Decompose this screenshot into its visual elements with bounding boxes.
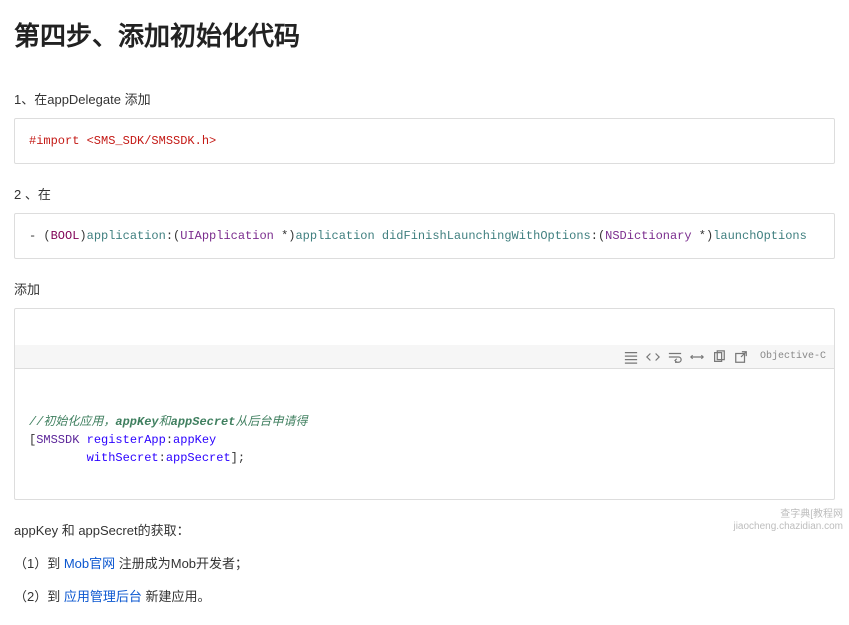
bullet-1-prefix: （1）到 xyxy=(14,556,64,571)
paragraph-step1: 1、在appDelegate 添加 xyxy=(14,89,835,108)
code-line: [SMSSDK registerApp:appKey xyxy=(29,433,216,447)
mob-link[interactable]: Mob官网 xyxy=(64,556,115,571)
popout-icon[interactable] xyxy=(734,350,748,364)
paragraph-appkey-intro: appKey 和 appSecret的获取： xyxy=(14,520,835,539)
copy-icon[interactable] xyxy=(712,350,726,364)
code-block-init: Objective-C //初始化应用，appKey和appSecret从后台申… xyxy=(14,308,835,500)
bullet-1-suffix: 注册成为Mob开发者； xyxy=(115,556,248,571)
code-toolbar: Objective-C xyxy=(15,345,834,369)
justify-icon[interactable] xyxy=(624,350,638,364)
code-line: - (BOOL)application:(UIApplication *)app… xyxy=(29,229,807,243)
code-import-line: #import <SMS_SDK/SMSSDK.h> xyxy=(29,134,216,148)
code-block-import: #import <SMS_SDK/SMSSDK.h> xyxy=(14,118,835,164)
bullet-1: （1）到 Mob官网 注册成为Mob开发者； xyxy=(14,553,835,572)
code-language-label: Objective-C xyxy=(760,349,826,364)
wrap-icon[interactable] xyxy=(668,350,682,364)
code-comment: //初始化应用，appKey和appSecret从后台申请得 xyxy=(29,415,307,429)
code-icon[interactable] xyxy=(646,350,660,364)
paragraph-step2: 2 、在 xyxy=(14,184,835,203)
bullet-2-prefix: （2）到 xyxy=(14,589,64,604)
page-title: 第四步、添加初始化代码 xyxy=(14,16,835,53)
paragraph-add: 添加 xyxy=(14,279,835,298)
app-management-link[interactable]: 应用管理后台 xyxy=(64,589,142,604)
code-body: //初始化应用，appKey和appSecret从后台申请得 [SMSSDK r… xyxy=(15,405,834,481)
code-line: withSecret:appSecret]; xyxy=(29,451,245,465)
bullet-2-suffix: 新建应用。 xyxy=(142,589,211,604)
code-block-appdelegate: - (BOOL)application:(UIApplication *)app… xyxy=(14,213,835,259)
expand-icon[interactable] xyxy=(690,350,704,364)
bullet-2: （2）到 应用管理后台 新建应用。 xyxy=(14,586,835,605)
